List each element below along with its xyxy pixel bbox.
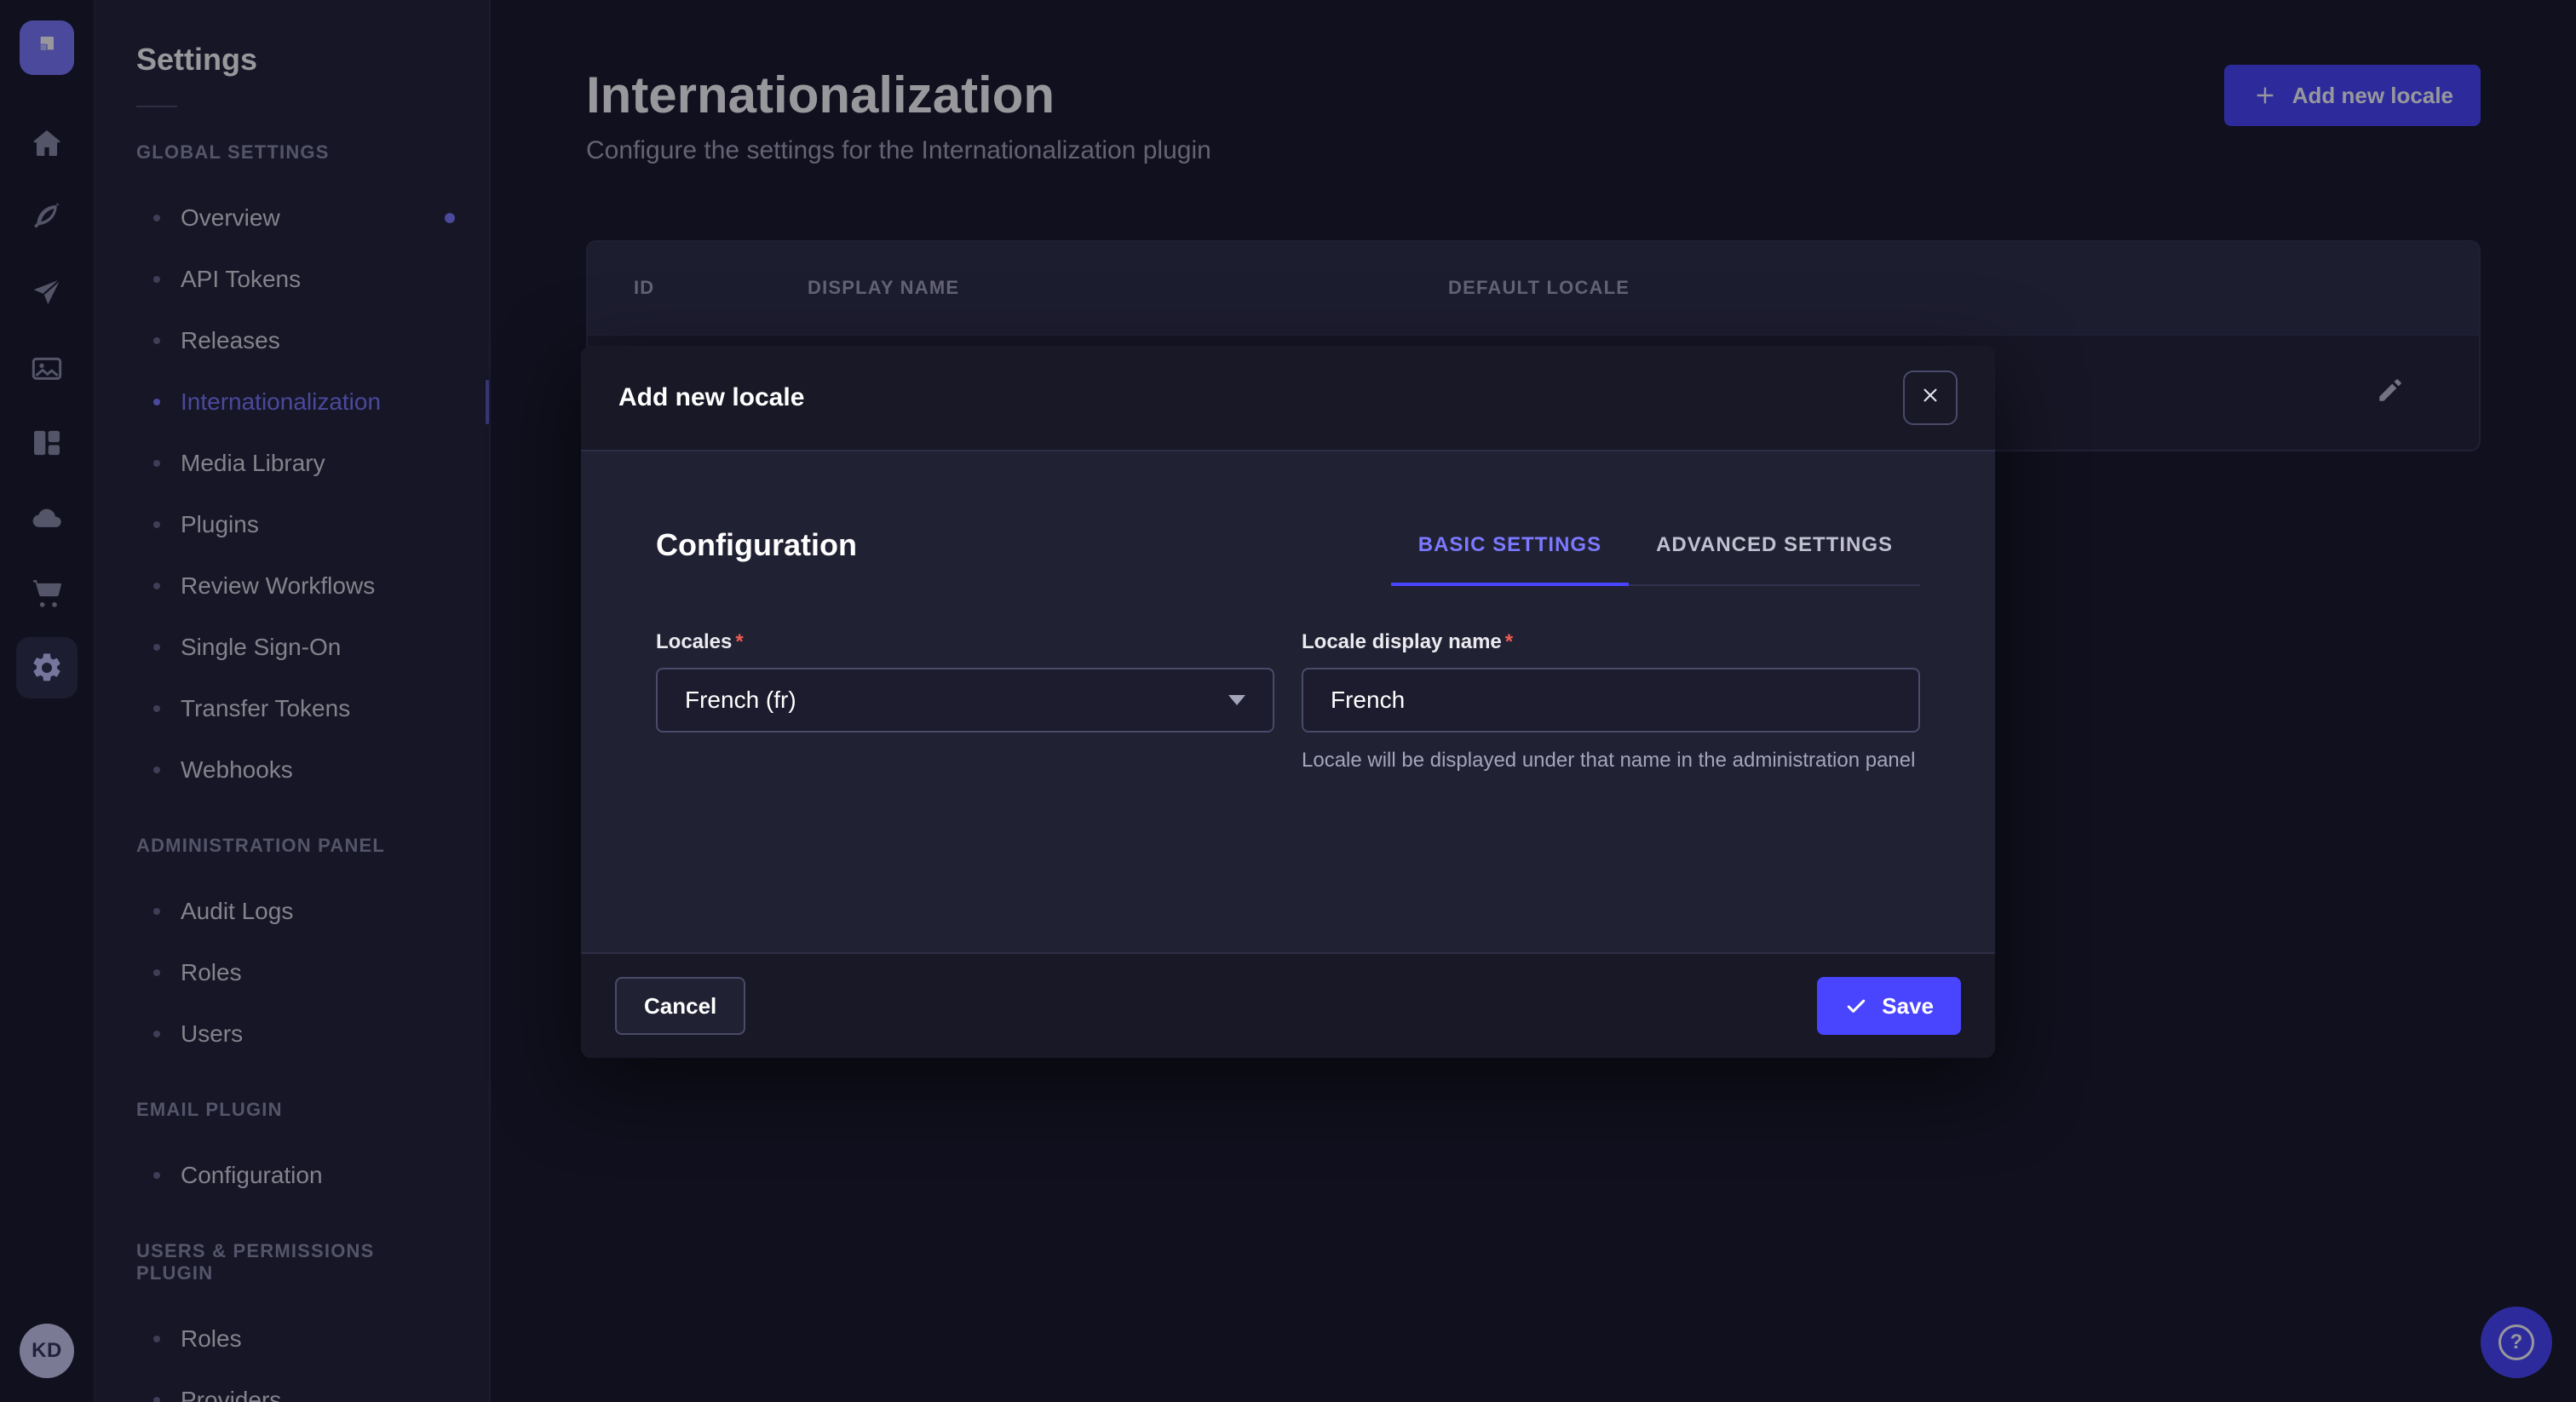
cancel-button[interactable]: Cancel [615, 977, 745, 1035]
tab-advanced-settings[interactable]: ADVANCED SETTINGS [1629, 523, 1920, 584]
modal-title: Add new locale [618, 383, 804, 412]
required-asterisk: * [735, 630, 743, 654]
locales-select-value: French (fr) [685, 687, 796, 714]
modal-footer: Cancel Save [581, 952, 1995, 1058]
locales-label: Locales* [656, 630, 1274, 654]
tab-basic-settings[interactable]: BASIC SETTINGS [1391, 523, 1629, 584]
modal-body: Configuration BASIC SETTINGSADVANCED SET… [581, 451, 1995, 952]
modal-header: Add new locale [581, 346, 1995, 451]
display-name-label: Locale display name* [1302, 630, 1920, 654]
modal-section-title: Configuration [656, 526, 857, 564]
save-button[interactable]: Save [1817, 977, 1961, 1035]
app-root: KD Settings GLOBAL SETTINGSOverviewAPI T… [0, 0, 2576, 1402]
add-locale-modal: Add new locale Configuration BASIC SETTI… [581, 346, 1995, 1058]
locales-select[interactable]: French (fr) [656, 668, 1274, 733]
modal-fields: Locales* French (fr) Locale display name… [656, 630, 1920, 775]
close-button[interactable] [1903, 371, 1958, 425]
settings-tabs: BASIC SETTINGSADVANCED SETTINGS [1391, 523, 1920, 586]
save-label: Save [1882, 993, 1934, 1020]
close-icon [1918, 383, 1942, 413]
required-asterisk: * [1505, 630, 1513, 654]
configuration-row: Configuration BASIC SETTINGSADVANCED SET… [656, 526, 1920, 586]
display-name-field: Locale display name* Locale will be disp… [1302, 630, 1920, 775]
display-name-input[interactable] [1302, 668, 1920, 733]
chevron-down-icon [1228, 695, 1245, 705]
check-icon [1844, 994, 1868, 1018]
locales-field: Locales* French (fr) [656, 630, 1274, 775]
display-name-hint: Locale will be displayed under that name… [1302, 746, 1920, 775]
